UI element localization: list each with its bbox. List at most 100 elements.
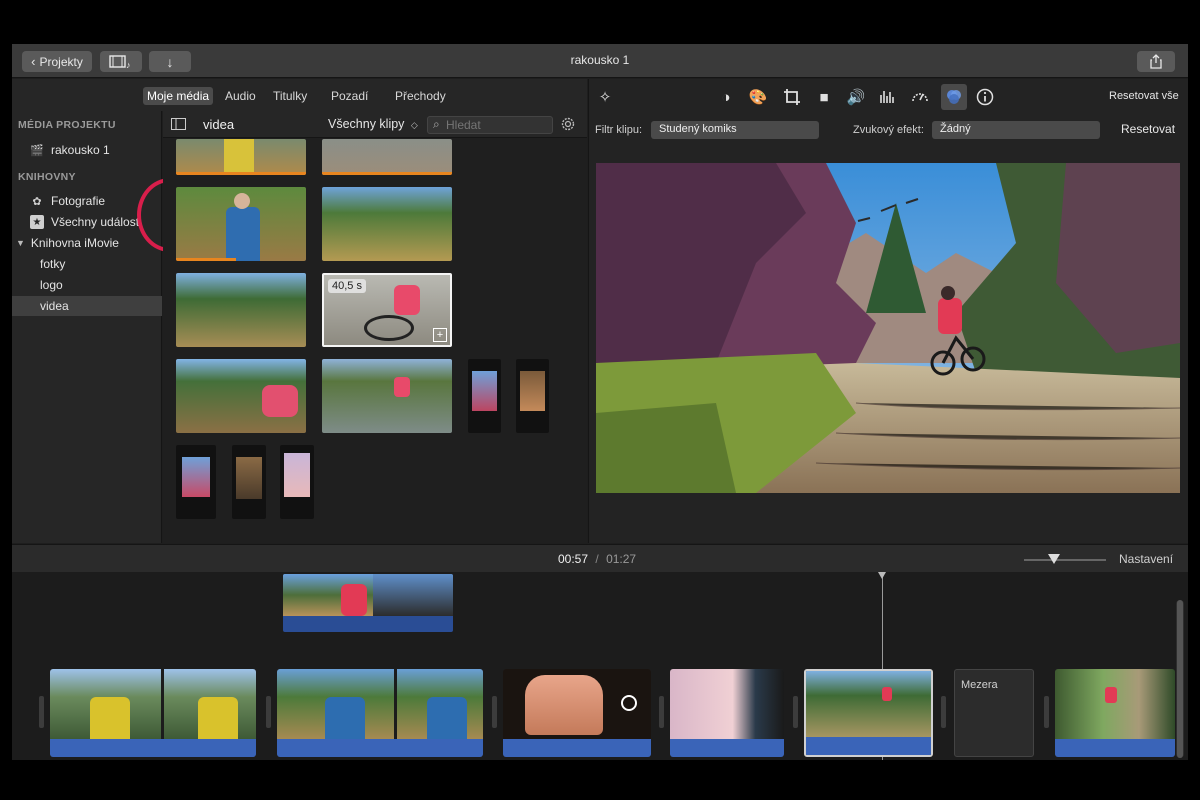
media-tabs: Moje média Audio Titulky Pozadí Přechody — [12, 79, 587, 111]
media-thumbnail[interactable] — [176, 359, 306, 433]
clip-gap-handle[interactable] — [266, 696, 271, 728]
clip-duration-badge: 40,5 s — [328, 279, 366, 293]
add-to-timeline-icon[interactable]: + — [433, 328, 447, 342]
search-input[interactable] — [446, 118, 546, 132]
timeline-clip[interactable] — [277, 669, 483, 757]
photos-icon: ✿ — [32, 195, 42, 208]
gear-icon[interactable] — [560, 116, 576, 132]
projects-button[interactable]: ‹ Projekty — [22, 51, 92, 72]
clapper-icon: 🎬 — [30, 144, 44, 157]
clip-gap-handle[interactable] — [941, 696, 946, 728]
clip-gap-handle[interactable] — [492, 696, 497, 728]
tab-backgrounds[interactable]: Pozadí — [327, 87, 372, 105]
color-palette-icon[interactable]: 🎨 — [748, 87, 768, 107]
stabilization-icon[interactable]: ■ — [814, 87, 834, 107]
projects-button-label: Projekty — [39, 54, 83, 69]
chevron-left-icon: ‹ — [31, 54, 36, 69]
disclosure-triangle-icon[interactable]: ▼ — [16, 238, 25, 248]
clip-gap-handle[interactable] — [659, 696, 664, 728]
tab-transitions[interactable]: Přechody — [391, 87, 450, 105]
imovie-window: ‹ Projekty ♪ ↓ rakousko 1 Moje média Aud… — [12, 44, 1188, 760]
media-thumbnail[interactable] — [176, 187, 306, 261]
tab-titles[interactable]: Titulky — [269, 87, 311, 105]
video-preview — [596, 163, 1180, 493]
speed-icon[interactable] — [910, 87, 930, 107]
sidebar-item-fotky-label: fotky — [40, 257, 66, 271]
media-thumbnail-selected[interactable]: 40,5 s + — [322, 273, 452, 347]
clip-gap-handle[interactable] — [39, 696, 44, 728]
time-separator: / — [595, 552, 599, 566]
clip-filter-field[interactable]: Studený komiks — [651, 121, 819, 139]
chevron-updown-icon: ◇ — [410, 120, 418, 130]
sidebar-item-photos-label: Fotografie — [51, 194, 106, 208]
connected-clip[interactable] — [283, 574, 453, 632]
share-icon — [1150, 54, 1162, 69]
tab-my-media[interactable]: Moje média — [143, 87, 214, 105]
share-button[interactable] — [1137, 51, 1175, 72]
media-thumbnail[interactable] — [176, 139, 306, 175]
media-thumbnail-vertical[interactable] — [280, 445, 314, 519]
total-time: 01:27 — [606, 552, 637, 566]
current-time: 00:57 — [558, 552, 589, 566]
sidebar-item-logo-label: logo — [40, 278, 63, 292]
sidebar-item-imovie-library[interactable]: ▼ Knihovna iMovie — [12, 233, 162, 253]
sidebar-item-fotky[interactable]: fotky — [12, 254, 162, 274]
media-view-button[interactable]: ♪ — [100, 51, 142, 72]
filter-circles-icon — [947, 90, 961, 104]
import-button[interactable]: ↓ — [149, 51, 191, 72]
timeline-scrollbar-thumb[interactable] — [1177, 600, 1183, 758]
media-thumbnail[interactable] — [322, 359, 452, 433]
timeline-settings-button[interactable]: Nastavení — [1119, 552, 1173, 566]
clip-filter-label: Filtr klipu: — [595, 124, 643, 136]
media-thumbnail-vertical[interactable] — [516, 359, 549, 433]
clip-filter-select[interactable]: Všechny klipy ◇ — [328, 117, 418, 131]
media-thumbnail[interactable] — [322, 139, 452, 175]
sidebar-item-videa[interactable]: videa — [12, 296, 162, 316]
gap-clip[interactable]: Mezera — [954, 669, 1034, 757]
audio-effect-field[interactable]: Žádný — [932, 121, 1100, 139]
clip-gap-handle[interactable] — [1044, 696, 1049, 728]
sidebar-toggle-icon[interactable] — [171, 118, 186, 130]
clip-filter-label: Všechny klipy — [328, 117, 405, 131]
reset-all-button[interactable]: Resetovat vše — [1109, 90, 1179, 102]
timeline-clip-selected[interactable] — [804, 669, 933, 757]
info-icon[interactable] — [975, 87, 995, 107]
playhead-handle[interactable] — [878, 572, 886, 579]
star-icon: ★ — [30, 215, 44, 229]
browser-title: videa — [203, 117, 235, 132]
viewer-panel: ✧ ◑ 🎨 ■ 🔊 Resetovat vše Filtr klipu: Stu… — [588, 79, 1188, 574]
color-balance-icon[interactable]: ◑ — [716, 87, 736, 107]
libraries-heading: KNIHOVNY — [18, 171, 76, 183]
search-field[interactable]: ⌕ — [427, 116, 553, 134]
media-thumbnail[interactable] — [176, 273, 306, 347]
sidebar-item-project-label: rakousko 1 — [51, 143, 110, 157]
media-thumbnail-vertical[interactable] — [468, 359, 501, 433]
timeline-clip[interactable] — [670, 669, 784, 757]
crop-icon[interactable] — [782, 87, 802, 107]
reset-button[interactable]: Resetovat — [1121, 122, 1175, 136]
zoom-slider[interactable] — [1024, 554, 1106, 564]
timeline-clip[interactable] — [50, 669, 256, 757]
media-thumbnail[interactable] — [322, 187, 452, 261]
magic-wand-icon[interactable]: ✧ — [595, 87, 615, 107]
tab-audio[interactable]: Audio — [221, 87, 260, 105]
clip-gap-handle[interactable] — [793, 696, 798, 728]
sidebar-item-imovie-library-label: Knihovna iMovie — [30, 236, 119, 250]
timecode: 00:57 / 01:27 — [558, 552, 636, 566]
media-browser: videa Všechny klipy ◇ ⌕ Hledat 40,5 s + — [163, 111, 587, 543]
timeline-scrollbar[interactable] — [1176, 600, 1184, 758]
clip-filter-icon-button[interactable] — [941, 84, 967, 110]
sidebar-item-project[interactable]: 🎬 rakousko 1 — [12, 140, 162, 160]
sidebar-item-all-events-label: Všechny události — [51, 215, 142, 229]
timeline-header: 00:57 / 01:27 Nastavení — [12, 544, 1188, 572]
media-thumbnail-vertical[interactable] — [176, 445, 216, 519]
audio-effect-label: Zvukový efekt: — [853, 124, 924, 136]
browser-toolbar: videa Všechny klipy ◇ ⌕ — [163, 111, 587, 138]
media-thumbnail-vertical[interactable] — [232, 445, 266, 519]
equalizer-icon[interactable] — [878, 87, 898, 107]
zoom-slider-thumb[interactable] — [1048, 554, 1060, 564]
sidebar-item-logo[interactable]: logo — [12, 275, 162, 295]
timeline-clip[interactable] — [503, 669, 651, 757]
timeline-clip[interactable] — [1055, 669, 1175, 757]
volume-icon[interactable]: 🔊 — [846, 87, 866, 107]
